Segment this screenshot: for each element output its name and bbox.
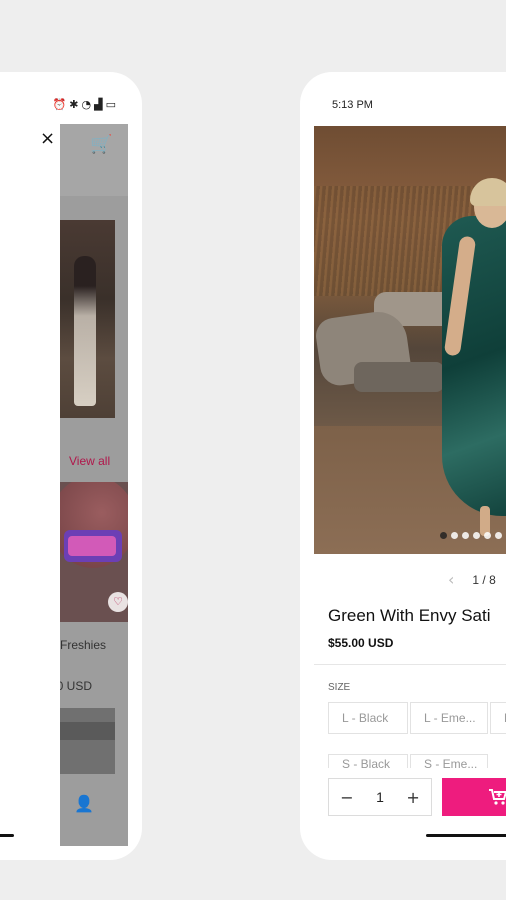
left-phone: ⏰ ✱ ◔ ▟ ▭ × 🛒 View all ♡ Freshies 00 USD (0, 72, 142, 860)
status-time: 5:13 PM (332, 99, 373, 111)
right-phone: 5:13 PM ‹ 1 / 8 Green With Envy Sati $55… (300, 72, 506, 860)
size-option[interactable]: M (490, 702, 506, 734)
increment-button[interactable]: + (406, 788, 419, 807)
dimmed-page-overlay[interactable]: 🛒 View all ♡ Freshies 00 USD 👤 (60, 124, 128, 846)
gallery-dot[interactable] (484, 532, 491, 539)
add-to-cart-button[interactable] (442, 778, 506, 816)
home-indicator (0, 834, 14, 837)
user-icon[interactable]: 👤 (74, 794, 94, 813)
product-title: Green With Envy Sati (328, 606, 491, 625)
size-option[interactable]: S - Eme... (410, 754, 488, 768)
product-price: 00 USD (60, 679, 93, 693)
bluetooth-icon: ✱ (69, 98, 79, 111)
home-indicator (426, 834, 506, 837)
battery-icon: ▭ (105, 98, 116, 111)
product-image[interactable] (60, 708, 115, 774)
gallery-dot[interactable] (495, 532, 502, 539)
view-all-link[interactable]: View all (69, 454, 110, 468)
chevron-left-icon[interactable]: ‹ (448, 570, 454, 589)
size-option[interactable]: L - Eme... (410, 702, 488, 734)
product-price: $55.00 USD (328, 636, 394, 650)
gallery-dot[interactable] (473, 532, 480, 539)
alarm-icon: ⏰ (52, 98, 67, 111)
status-bar: ⏰ ✱ ◔ ▟ ▭ (53, 98, 116, 111)
menu-drawer (0, 124, 60, 844)
heart-icon[interactable]: ♡ (108, 592, 128, 612)
screenshot-stage: ⏰ ✱ ◔ ▟ ▭ × 🛒 View all ♡ Freshies 00 USD (0, 0, 506, 900)
signal-icon: ▟ (94, 98, 103, 111)
product-image[interactable]: ♡ (60, 482, 128, 622)
model-figure (74, 256, 96, 406)
cart-icon[interactable]: 🛒 (90, 134, 112, 155)
gallery-dot[interactable] (440, 532, 447, 539)
gallery-dot[interactable] (462, 532, 469, 539)
size-option[interactable]: L - Black (328, 702, 408, 734)
decrement-button[interactable]: − (340, 788, 353, 807)
pager-text: 1 / 8 (472, 572, 496, 587)
wifi-icon: ◔ (81, 98, 92, 111)
divider (314, 664, 506, 665)
size-option[interactable]: S - Black (328, 754, 408, 768)
close-icon[interactable]: × (40, 128, 55, 149)
gallery-pager: ‹ 1 / 8 (448, 570, 496, 589)
size-label: SIZE (328, 682, 351, 693)
quantity-value[interactable]: 1 (376, 789, 384, 805)
product-gallery-image[interactable] (314, 126, 506, 554)
product-name[interactable]: Freshies (60, 638, 106, 652)
model-dress (442, 216, 506, 516)
cart-plus-icon (489, 789, 506, 805)
gallery-dot[interactable] (451, 532, 458, 539)
gallery-dots[interactable] (440, 532, 502, 539)
product-image[interactable] (60, 220, 115, 418)
quantity-stepper: − 1 + (328, 778, 432, 816)
